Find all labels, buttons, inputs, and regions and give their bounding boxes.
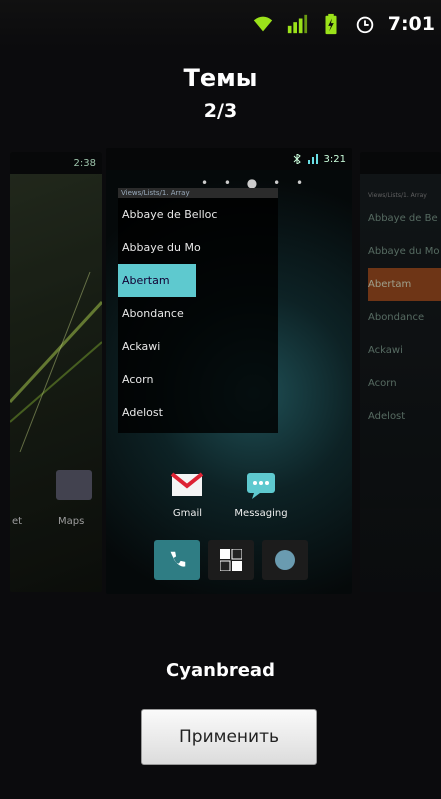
messaging-icon: [246, 473, 275, 499]
preview-status-bar: [360, 152, 441, 174]
alarm-clock-icon: [356, 16, 373, 34]
app-gmail: Gmail: [170, 468, 204, 519]
list-item: Ackawi: [122, 340, 161, 353]
theme-preview-next[interactable]: Views/Lists/1. Array Abbaye de Be Abbaye…: [360, 152, 441, 592]
preview-app-row: Gmail Messaging: [106, 468, 352, 519]
preview-dock: [154, 540, 308, 580]
app-label-maps: Maps: [58, 516, 85, 527]
list-item: Abbaye de Be: [368, 213, 438, 224]
theme-name: Cyanbread: [166, 660, 275, 681]
preview-list-window: Views/Lists/1. Array Abbaye de Be Abbaye…: [368, 192, 441, 433]
signal-icon: [287, 14, 307, 34]
clock: 7:01: [387, 13, 435, 35]
preview-list-window: Views/Lists/1. Array Abbaye de Belloc Ab…: [118, 188, 278, 433]
preview-status-bar: 3:21: [106, 148, 352, 170]
apply-button[interactable]: Применить: [141, 709, 317, 765]
list-item: Acorn: [368, 378, 397, 389]
bluetooth-icon: [293, 154, 301, 164]
preview-wallpaper: [10, 271, 102, 453]
list-item: Abondance: [122, 307, 184, 320]
page-title: Темы: [183, 64, 258, 92]
list-item: Abbaye du Mo: [368, 246, 440, 257]
battery-icon: [325, 13, 337, 35]
list-item-selected: Abertam: [118, 264, 196, 297]
list-item: Abbaye de Belloc: [122, 208, 218, 221]
app-label: Messaging: [234, 508, 288, 519]
status-bar: 7:01: [0, 0, 441, 48]
preview-clock: 2:38: [73, 157, 96, 169]
signal-icon: [307, 154, 318, 164]
list-item: Acorn: [122, 373, 154, 386]
list-header: Views/Lists/1. Array: [118, 188, 278, 198]
list-item: Abondance: [368, 312, 425, 323]
preview-clock: 3:21: [323, 153, 346, 165]
list-item: Adelost: [368, 411, 406, 422]
phone-icon: [154, 540, 200, 580]
theme-preview-previous[interactable]: 2:38 Maps et: [10, 152, 102, 592]
gmail-icon: [171, 472, 204, 496]
list-item: Adelost: [122, 406, 163, 419]
list-header: Views/Lists/1. Array: [368, 192, 427, 199]
list-item-selected: Abertam: [368, 268, 441, 301]
app-messaging: Messaging: [234, 468, 288, 519]
list-item: Abbaye du Mo: [122, 241, 201, 254]
wifi-icon: [253, 16, 272, 32]
app-label: Gmail: [172, 508, 203, 519]
list-item: Ackawi: [368, 345, 403, 356]
theme-carousel[interactable]: 2:38 Maps et 3:21 • • ● • • Views/Lists/…: [0, 140, 441, 640]
preview-status-bar: 2:38: [10, 152, 102, 174]
maps-icon: [56, 470, 92, 500]
browser-icon: [262, 540, 308, 580]
app-drawer-icon: [208, 540, 254, 580]
theme-preview-current[interactable]: 3:21 • • ● • • Views/Lists/1. Array Abba…: [106, 148, 352, 594]
app-label-partial: et: [12, 516, 23, 527]
theme-counter: 2/3: [203, 100, 238, 122]
